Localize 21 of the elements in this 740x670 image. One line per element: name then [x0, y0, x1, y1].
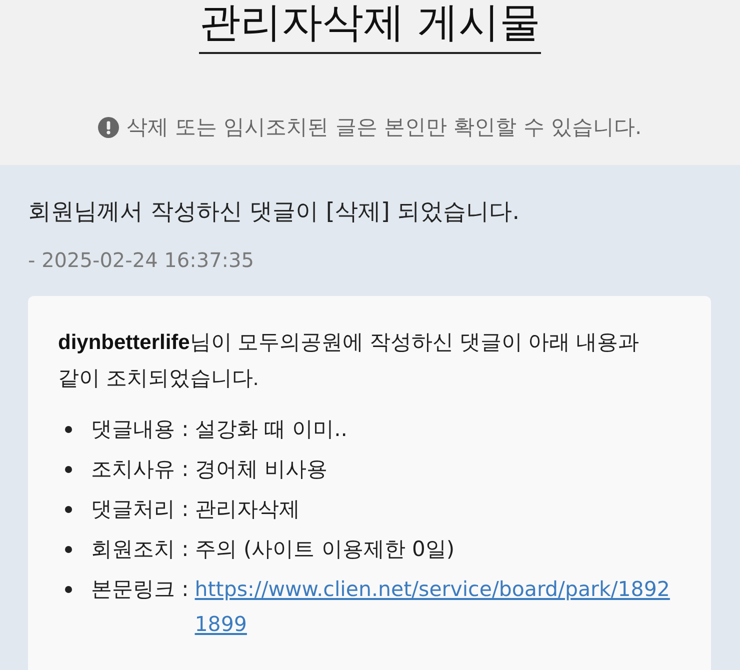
- page-title: 관리자삭제 게시물: [199, 0, 541, 54]
- item-label: 댓글처리 :: [91, 497, 189, 521]
- item-value: 설강화 때 이미..: [194, 417, 348, 441]
- bullet-icon: [65, 586, 72, 593]
- notice-text: 삭제 또는 임시조치된 글은 본인만 확인할 수 있습니다.: [126, 114, 642, 141]
- item-label: 조치사유 :: [91, 457, 189, 481]
- post-link[interactable]: https://www.clien.net/service/board/park/18921899: [194, 572, 670, 642]
- bullet-icon: [65, 466, 72, 473]
- bullet-icon: [65, 506, 72, 513]
- item-label: 댓글내용 :: [91, 417, 189, 441]
- item-value: 주의 (사이트 이용제한 0일): [194, 537, 455, 561]
- bullet-icon: [65, 546, 72, 553]
- bullet-icon: [65, 426, 72, 433]
- message-text: 회원님께서 작성하신 댓글이 [삭제] 되었습니다.: [28, 198, 521, 227]
- item-label: 회원조치 :: [91, 537, 189, 561]
- message-date: - 2025-02-24 16:37:35: [28, 247, 255, 274]
- item-label: 본문링크 :: [91, 576, 189, 603]
- exclamation-icon: [98, 116, 120, 138]
- item-value: 관리자삭제: [194, 497, 300, 521]
- intro-text: diynbetterlife님이 모두의공원에 작성하신 댓글이 아래 내용과 같이 조치되었습니다.: [58, 330, 640, 392]
- item-value: 경어체 비사용: [194, 457, 328, 481]
